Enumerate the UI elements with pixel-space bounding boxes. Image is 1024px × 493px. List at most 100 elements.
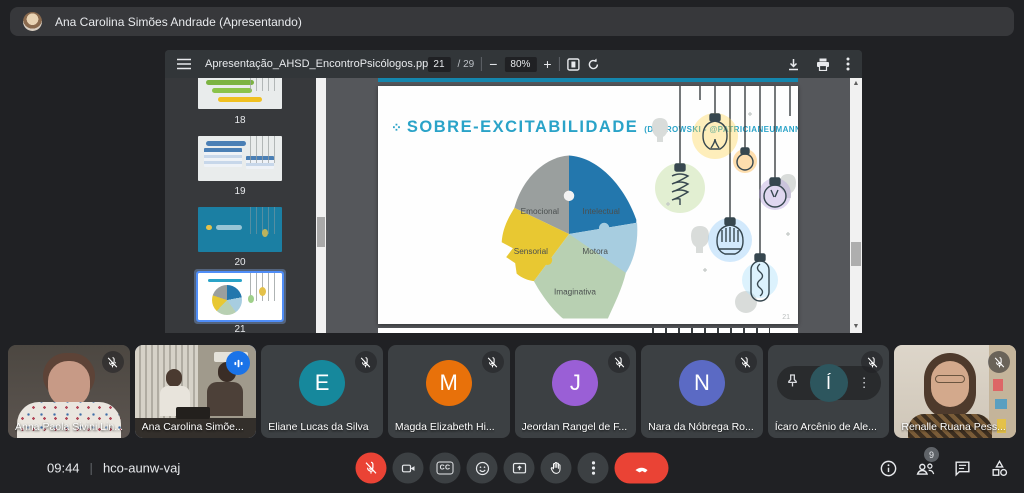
avatar-initial: Í	[826, 373, 831, 394]
participant-tile-anna-paola[interactable]: Anna Paola Sivini Lin...	[8, 345, 130, 438]
mic-off-icon	[482, 351, 504, 373]
more-options-icon[interactable]	[846, 57, 850, 71]
pin-icon[interactable]	[787, 374, 798, 392]
meeting-code: hco-aunw-vaj	[103, 461, 180, 476]
slide-title: SOBRE-EXCITABILIDADE	[407, 118, 638, 137]
activities-button[interactable]	[987, 456, 1011, 480]
page-total: / 29	[458, 59, 475, 70]
avatar-initial: N	[694, 370, 710, 396]
present-screen-button[interactable]	[504, 453, 535, 484]
toolbar-divider	[559, 57, 560, 71]
avatar: E	[299, 360, 345, 406]
head-puzzle-diagram: Emocional Intelectual Sensorial Motora I…	[476, 148, 662, 320]
thumbnail-number: 18	[198, 115, 282, 126]
label-sensorial: Sensorial	[514, 247, 548, 256]
participant-tile-magda[interactable]: M Magda Elizabeth Hi...	[388, 345, 510, 438]
raise-hand-button[interactable]	[541, 453, 572, 484]
mic-off-icon	[608, 351, 630, 373]
participant-tile-ana-carolina[interactable]: Ana Carolina Simõe...	[135, 345, 257, 438]
label-emocional: Emocional	[521, 207, 560, 216]
mic-off-icon	[861, 351, 883, 373]
rotate-icon[interactable]	[587, 58, 600, 71]
mic-off-icon	[355, 351, 377, 373]
scroll-down-arrow[interactable]: ▼	[850, 321, 862, 333]
participant-tile-icaro[interactable]: ⋮ Í Ícaro Arcênio de Ale...	[768, 345, 890, 438]
participant-name: Ícaro Arcênio de Ale...	[775, 421, 877, 433]
presenter-name: Ana Carolina Simões Andrade (Apresentand…	[55, 15, 302, 29]
document-filename: Apresentação_AHSD_EncontroPsicólogos.ppt…	[205, 58, 437, 70]
thumbnail-scrollbar-thumb[interactable]	[317, 217, 325, 247]
participant-tile-renalle[interactable]: Renalle Ruana Pess...	[894, 345, 1016, 438]
current-page-input[interactable]: 21	[427, 57, 450, 72]
fit-page-icon[interactable]	[567, 58, 580, 71]
avatar: Í	[810, 364, 848, 402]
camera-button[interactable]	[393, 453, 424, 484]
download-icon[interactable]	[787, 58, 800, 71]
participants-strip: Anna Paola Sivini Lin... Ana Carolina Si…	[8, 345, 1016, 438]
print-icon[interactable]	[816, 58, 830, 71]
document-scrollbar[interactable]: ▲ ▼	[850, 78, 862, 333]
mic-off-icon	[735, 351, 757, 373]
participant-tile-nara[interactable]: N Nara da Nóbrega Ro...	[641, 345, 763, 438]
participant-count-badge: 9	[924, 447, 939, 462]
slide-page-number: 21	[782, 314, 790, 321]
participant-name: Ana Carolina Simõe...	[142, 421, 244, 433]
scroll-up-arrow[interactable]: ▲	[850, 78, 862, 90]
avatar-initial: E	[315, 370, 330, 396]
hanging-lightbulbs-art	[648, 86, 798, 324]
thumbnail-number: 21	[198, 324, 282, 333]
thumbnail-slide-18[interactable]	[198, 78, 282, 109]
toolbar-divider	[481, 57, 482, 71]
clock-time: 09:44	[47, 461, 80, 476]
avatar: J	[552, 360, 598, 406]
next-slide-edge	[378, 328, 798, 333]
avatar: N	[679, 360, 725, 406]
presenter-banner[interactable]: Ana Carolina Simões Andrade (Apresentand…	[10, 7, 1014, 36]
menu-hamburger-icon[interactable]	[177, 58, 191, 70]
document-canvas: ⁘ SOBRE-EXCITABILIDADE (DABROWSKI - @PAT…	[326, 78, 850, 333]
zoom-level[interactable]: 80%	[504, 57, 536, 72]
mic-off-icon	[102, 351, 124, 373]
slide-21: ⁘ SOBRE-EXCITABILIDADE (DABROWSKI - @PAT…	[378, 86, 798, 324]
chat-button[interactable]	[950, 456, 974, 480]
avatar-initial: M	[440, 370, 458, 396]
captions-label: CC	[436, 462, 454, 475]
participant-tile-eliane[interactable]: E Eliane Lucas da Silva	[261, 345, 383, 438]
participant-name: Nara da Nóbrega Ro...	[648, 421, 754, 433]
thumbnail-number: 20	[198, 257, 282, 268]
thumbnail-panel: 18 19 20	[165, 78, 316, 333]
label-intelectual: Intelectual	[582, 207, 620, 216]
thumbnail-scrollbar[interactable]	[316, 78, 326, 333]
zoom-in-button[interactable]: +	[543, 57, 551, 71]
participants-button[interactable]: 9	[913, 456, 937, 480]
thumbnail-slide-21-active[interactable]	[198, 273, 282, 320]
document-scrollbar-thumb[interactable]	[851, 242, 861, 266]
more-options-button[interactable]	[578, 453, 609, 484]
shared-presentation-viewer: Apresentação_AHSD_EncontroPsicólogos.ppt…	[165, 50, 862, 333]
reactions-button[interactable]	[467, 453, 498, 484]
meet-window: Ana Carolina Simões Andrade (Apresentand…	[0, 0, 1024, 493]
previous-slide-edge	[378, 78, 798, 82]
presenter-avatar	[23, 12, 42, 31]
mic-mute-button[interactable]	[356, 453, 387, 484]
viewer-toolbar: Apresentação_AHSD_EncontroPsicólogos.ppt…	[165, 50, 862, 78]
avatar-initial: J	[570, 370, 581, 396]
thumbnail-slide-19[interactable]	[198, 136, 282, 181]
thumbnail-slide-20[interactable]	[198, 207, 282, 252]
participant-name: Anna Paola Sivini Lin...	[15, 421, 123, 433]
tile-more-options-icon[interactable]: ⋮	[858, 375, 871, 391]
label-imaginativa: Imaginativa	[554, 288, 596, 297]
info-divider: |	[90, 461, 93, 476]
participant-tile-jeordan[interactable]: J Jeordan Rangel de F...	[515, 345, 637, 438]
meeting-details-button[interactable]	[876, 456, 900, 480]
sparkle-icon: ⁘	[391, 120, 401, 136]
avatar: M	[426, 360, 472, 406]
participant-name: Renalle Ruana Pess...	[901, 421, 1005, 433]
thumbnail-number: 19	[198, 186, 282, 197]
participant-name: Jeordan Rangel de F...	[522, 421, 628, 433]
mic-off-icon	[988, 351, 1010, 373]
captions-button[interactable]: CC	[430, 453, 461, 484]
end-call-button[interactable]	[615, 453, 669, 484]
zoom-out-button[interactable]: −	[489, 57, 497, 71]
bottom-control-bar: 09:44 | hco-aunw-vaj CC	[0, 443, 1024, 493]
